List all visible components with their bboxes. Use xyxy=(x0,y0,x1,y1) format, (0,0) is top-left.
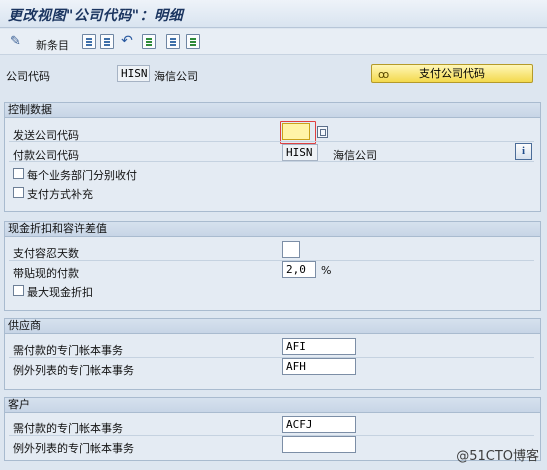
customer-sgl-exception-input[interactable] xyxy=(282,436,356,453)
vendor-group: 供应商 需付款的专门帐本事务 AFI 例外列表的专门帐本事务 AFH xyxy=(4,318,541,390)
info-icon[interactable]: i xyxy=(515,143,532,160)
watermark-text: @51CTO博客 xyxy=(456,449,539,464)
new-entries-button[interactable]: 新条目 xyxy=(36,37,69,53)
percent-unit: % xyxy=(321,264,332,277)
grace-days-input[interactable] xyxy=(282,241,300,258)
delete-icon[interactable] xyxy=(100,34,114,49)
next-entry-icon[interactable] xyxy=(166,34,180,49)
max-discount-checkbox[interactable] xyxy=(13,285,24,296)
paying-company-code-button-label: 支付公司代码 xyxy=(419,67,485,80)
cash-discount-group: 现金折扣和容许差值 支付容忍天数 带贴现的付款 2,0 % 最大现金折扣 xyxy=(4,221,541,311)
row-separator xyxy=(9,260,534,261)
paying-company-code-button[interactable]: ꝏ 支付公司代码 xyxy=(371,64,533,83)
company-name-text: 海信公司 xyxy=(154,70,198,83)
row-separator xyxy=(9,161,534,162)
application-toolbar: ✎ 新条目 ↶ xyxy=(0,29,547,55)
undo-icon[interactable]: ↶ xyxy=(120,34,134,49)
vendor-sgl-exception-label: 例外列表的专门帐本事务 xyxy=(13,364,134,377)
sending-company-code-input[interactable] xyxy=(280,121,316,144)
customer-title: 客户 xyxy=(5,398,540,413)
row-separator xyxy=(9,435,534,436)
glasses-icon: ꝏ xyxy=(378,68,390,81)
previous-entry-icon[interactable] xyxy=(142,34,156,49)
separate-payment-label: 每个业务部门分别收付 xyxy=(27,169,137,182)
select-icon[interactable] xyxy=(186,34,200,49)
payment-method-supplement-label: 支付方式补充 xyxy=(27,188,93,201)
window-title: 更改视图"公司代码"：明细 xyxy=(8,8,184,24)
company-code-label: 公司代码 xyxy=(6,70,50,83)
row-separator xyxy=(9,357,534,358)
company-code-field: HISN xyxy=(117,65,150,82)
paying-company-code-field: HISN xyxy=(282,144,318,161)
grace-days-label: 支付容忍天数 xyxy=(13,247,79,260)
row-separator xyxy=(9,141,534,142)
vendor-title: 供应商 xyxy=(5,319,540,334)
vendor-sgl-payable-label: 需付款的专门帐本事务 xyxy=(13,344,123,357)
customer-sgl-exception-label: 例外列表的专门帐本事务 xyxy=(13,442,134,455)
separate-payment-checkbox[interactable] xyxy=(13,168,24,179)
value-help-icon[interactable] xyxy=(317,126,328,138)
max-cash-discount-label: 带贴现的付款 xyxy=(13,267,79,280)
max-discount-label: 最大现金折扣 xyxy=(27,286,93,299)
title-bar: 更改视图"公司代码"：明细 xyxy=(0,0,547,28)
customer-sgl-payable-label: 需付款的专门帐本事务 xyxy=(13,422,123,435)
control-data-group: 控制数据 发送公司代码 付款公司代码 HISN 海信公司 i 每个业务部门分别收… xyxy=(4,102,541,212)
new-entries-icon[interactable]: ✎ xyxy=(10,34,26,50)
max-cash-discount-input[interactable]: 2,0 xyxy=(282,261,316,278)
vendor-sgl-exception-input[interactable]: AFH xyxy=(282,358,356,375)
customer-sgl-payable-input[interactable]: ACFJ xyxy=(282,416,356,433)
payment-method-supplement-checkbox[interactable] xyxy=(13,187,24,198)
copy-as-icon[interactable] xyxy=(82,34,96,49)
vendor-sgl-payable-input[interactable]: AFI xyxy=(282,338,356,355)
control-data-title: 控制数据 xyxy=(5,103,540,118)
cash-discount-title: 现金折扣和容许差值 xyxy=(5,222,540,237)
